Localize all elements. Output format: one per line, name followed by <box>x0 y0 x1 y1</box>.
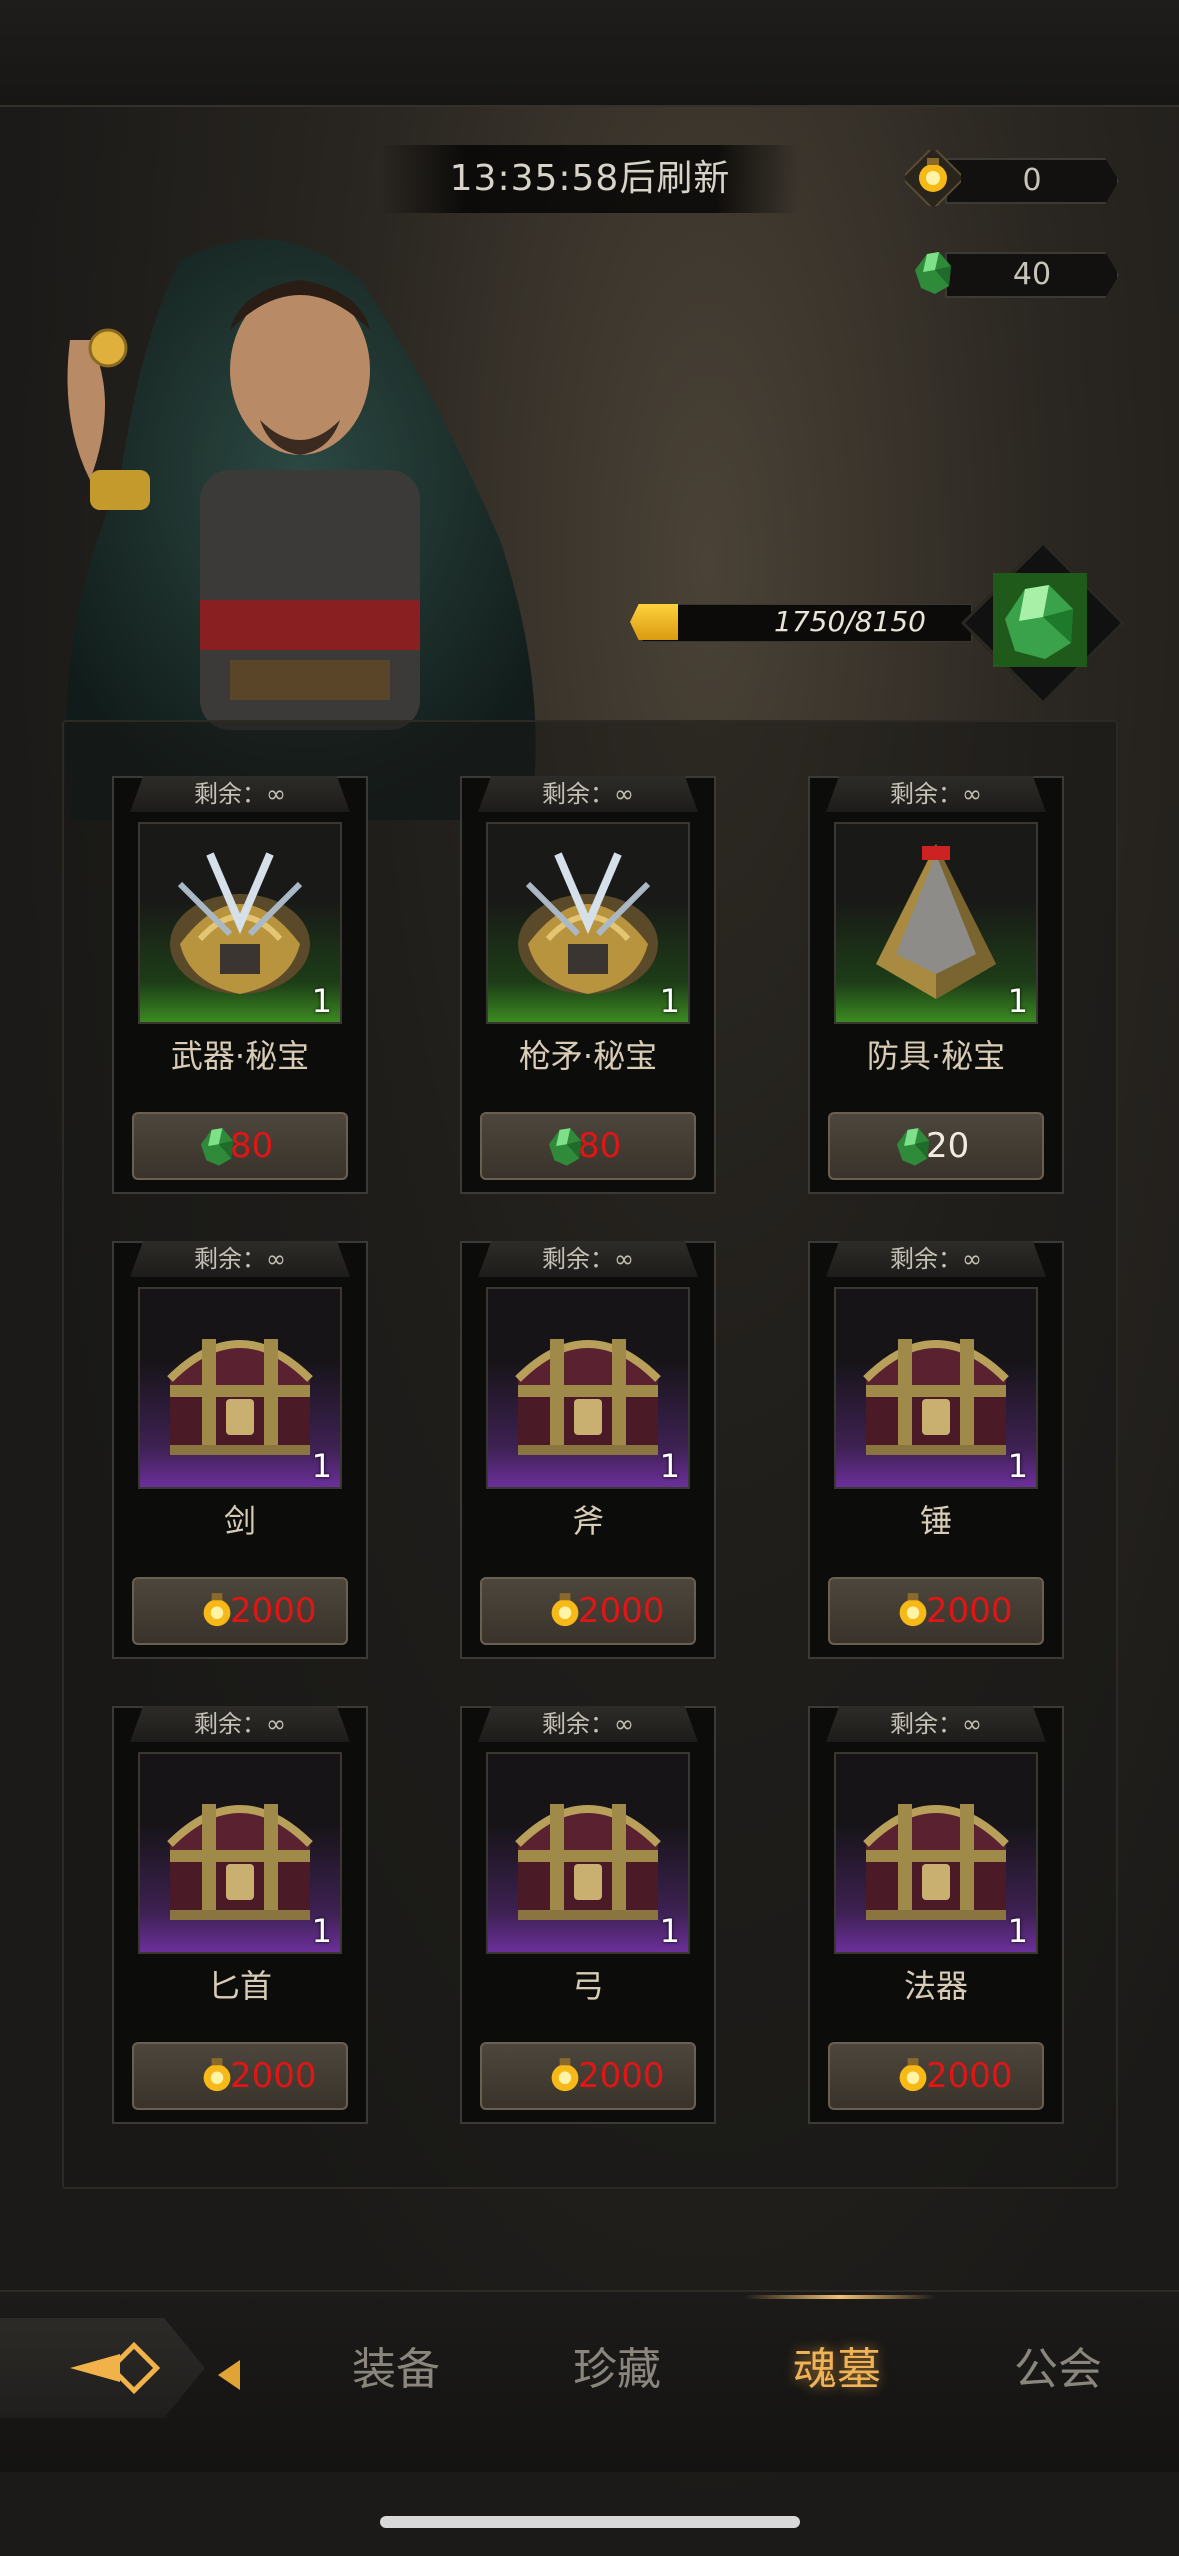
item-name: 斧 <box>571 1502 604 1540</box>
item-quantity: 1 <box>659 1912 680 1950</box>
currency-soul-crystal: 40 <box>905 244 1120 300</box>
item-quantity: 1 <box>659 1447 680 1485</box>
remaining-stock: 剩余：∞ <box>130 1706 350 1742</box>
item-art[interactable]: 1 <box>138 822 342 1024</box>
remaining-stock: 剩余：∞ <box>130 1241 350 1277</box>
active-tab-glow <box>745 2295 935 2299</box>
item-quantity: 1 <box>1007 1912 1028 1950</box>
progress-text: 1750/8150 <box>774 605 926 638</box>
shop-item-card[interactable]: 剩余：∞ 1 枪矛·秘宝 80 <box>460 776 716 1194</box>
item-quantity: 1 <box>1007 982 1028 1020</box>
item-price: 20 <box>926 1126 970 1166</box>
arrow-left-icon <box>70 2341 161 2395</box>
item-price: 80 <box>578 1126 622 1166</box>
item-art[interactable]: 1 <box>834 1752 1038 1954</box>
buy-button[interactable]: 2000 <box>828 1577 1044 1645</box>
item-quantity: 1 <box>659 982 680 1020</box>
tab-soul-tomb[interactable]: 魂墓 <box>793 2340 881 2400</box>
buy-button[interactable]: 2000 <box>132 2042 348 2110</box>
shop-screen: 13:35:58后刷新 0 40 1750/8150 剩余：∞ 1 武器·秘宝 … <box>0 0 1179 2556</box>
shop-item-card[interactable]: 剩余：∞ 1 匕首 2000 <box>112 1706 368 2124</box>
gold-lantern-icon <box>905 150 961 206</box>
item-name: 防具·秘宝 <box>866 1037 1006 1075</box>
item-name: 弓 <box>571 1967 604 2005</box>
item-name: 法器 <box>903 1967 968 2005</box>
remaining-stock: 剩余：∞ <box>826 1706 1046 1742</box>
item-price: 2000 <box>926 2056 1013 2096</box>
item-quantity: 1 <box>311 982 332 1020</box>
item-art[interactable]: 1 <box>486 822 690 1024</box>
buy-button[interactable]: 2000 <box>480 2042 696 2110</box>
item-price: 80 <box>230 1126 274 1166</box>
remaining-stock: 剩余：∞ <box>478 776 698 812</box>
currency-gold-value: 0 <box>945 158 1119 204</box>
scroll-left-icon[interactable] <box>218 2360 242 2390</box>
item-art[interactable]: 1 <box>486 1752 690 1954</box>
item-art[interactable]: 1 <box>138 1287 342 1489</box>
remaining-stock: 剩余：∞ <box>826 1241 1046 1277</box>
reward-soul-crystal-icon[interactable] <box>993 573 1087 667</box>
remaining-stock: 剩余：∞ <box>826 776 1046 812</box>
tab-equipment[interactable]: 装备 <box>352 2340 440 2400</box>
buy-button[interactable]: 2000 <box>132 1577 348 1645</box>
item-name: 匕首 <box>207 1967 272 2005</box>
item-art[interactable]: 1 <box>486 1287 690 1489</box>
home-indicator <box>380 2516 800 2528</box>
progress-fill <box>630 604 678 640</box>
shop-item-card[interactable]: 剩余：∞ 1 防具·秘宝 20 <box>808 776 1064 1194</box>
remaining-stock: 剩余：∞ <box>478 1241 698 1277</box>
item-price: 2000 <box>578 2056 665 2096</box>
remaining-stock: 剩余：∞ <box>478 1706 698 1742</box>
green-soul-crystal-icon <box>915 252 951 294</box>
top-ornament-band <box>0 0 1179 107</box>
item-quantity: 1 <box>1007 1447 1028 1485</box>
item-name: 武器·秘宝 <box>170 1037 310 1075</box>
item-price: 2000 <box>230 1591 317 1631</box>
tab-collection[interactable]: 珍藏 <box>573 2340 661 2400</box>
buy-button[interactable]: 80 <box>132 1112 348 1180</box>
item-price: 2000 <box>926 1591 1013 1631</box>
shop-item-card[interactable]: 剩余：∞ 1 弓 2000 <box>460 1706 716 2124</box>
shop-item-card[interactable]: 剩余：∞ 1 武器·秘宝 80 <box>112 776 368 1194</box>
buy-button[interactable]: 80 <box>480 1112 696 1180</box>
shop-item-card[interactable]: 剩余：∞ 1 斧 2000 <box>460 1241 716 1659</box>
shop-item-card[interactable]: 剩余：∞ 1 锤 2000 <box>808 1241 1064 1659</box>
shop-item-card[interactable]: 剩余：∞ 1 法器 2000 <box>808 1706 1064 2124</box>
item-art[interactable]: 1 <box>834 1287 1038 1489</box>
currency-gold: 0 <box>905 150 1120 206</box>
buy-button[interactable]: 2000 <box>828 2042 1044 2110</box>
currency-soul-crystal-value: 40 <box>945 252 1119 298</box>
item-name: 锤 <box>919 1502 952 1540</box>
item-quantity: 1 <box>311 1912 332 1950</box>
item-price: 2000 <box>230 2056 317 2096</box>
item-quantity: 1 <box>311 1447 332 1485</box>
nav-back-button[interactable] <box>0 2318 205 2418</box>
refresh-timer: 13:35:58后刷新 <box>380 145 800 213</box>
buy-button[interactable]: 2000 <box>480 1577 696 1645</box>
crystal-progress: 1750/8150 <box>630 604 990 642</box>
shop-item-card[interactable]: 剩余：∞ 1 剑 2000 <box>112 1241 368 1659</box>
item-name: 枪矛·秘宝 <box>518 1037 658 1075</box>
tab-guild[interactable]: 公会 <box>1014 2340 1102 2400</box>
item-price: 2000 <box>578 1591 665 1631</box>
item-name: 剑 <box>223 1502 256 1540</box>
item-art[interactable]: 1 <box>834 822 1038 1024</box>
remaining-stock: 剩余：∞ <box>130 776 350 812</box>
buy-button[interactable]: 20 <box>828 1112 1044 1180</box>
item-art[interactable]: 1 <box>138 1752 342 1954</box>
